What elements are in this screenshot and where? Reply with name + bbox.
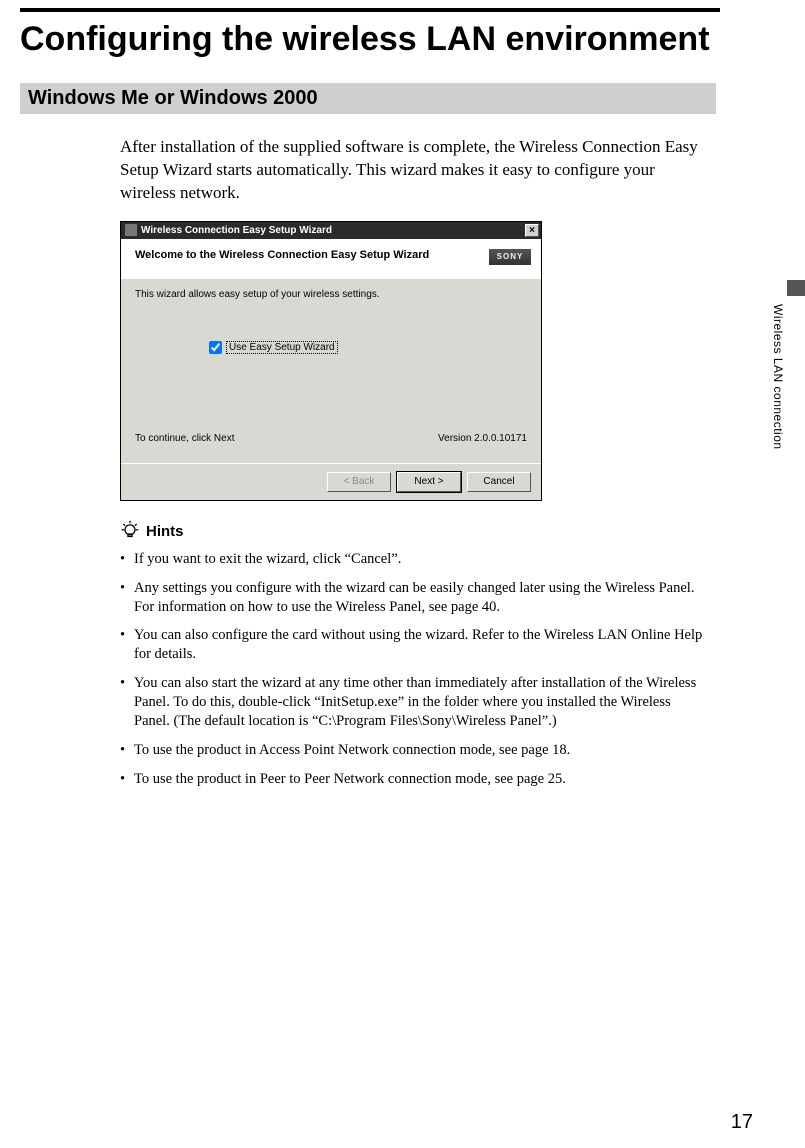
use-easy-setup-checkbox[interactable] (209, 341, 222, 354)
wizard-button-row: < Back Next > Cancel (121, 463, 541, 500)
wizard-window: Wireless Connection Easy Setup Wizard × … (120, 221, 542, 501)
hints-heading: Hints (146, 523, 184, 540)
close-button[interactable]: × (525, 224, 539, 237)
wizard-version-text: Version 2.0.0.10171 (438, 433, 527, 444)
hint-item: Any settings you configure with the wiza… (120, 579, 710, 617)
hint-item: If you want to exit the wizard, click “C… (120, 550, 710, 569)
wizard-body: This wizard allows easy setup of your wi… (121, 279, 541, 463)
use-easy-setup-label[interactable]: Use Easy Setup Wizard (226, 341, 338, 354)
hints-list: If you want to exit the wizard, click “C… (120, 550, 710, 788)
hint-icon (120, 519, 140, 544)
app-icon (125, 224, 137, 236)
thumb-tab (787, 280, 805, 296)
cancel-button[interactable]: Cancel (467, 472, 531, 492)
page-title: Configuring the wireless LAN environment (20, 20, 720, 59)
back-button: < Back (327, 472, 391, 492)
section-heading: Windows Me or Windows 2000 (20, 83, 716, 114)
wizard-window-title: Wireless Connection Easy Setup Wizard (141, 225, 332, 236)
hint-item: You can also configure the card without … (120, 626, 710, 664)
wizard-titlebar: Wireless Connection Easy Setup Wizard × (121, 222, 541, 239)
wizard-description: This wizard allows easy setup of your wi… (135, 289, 527, 300)
side-section-label: Wireless LAN connection (771, 304, 785, 450)
hint-item: You can also start the wizard at any tim… (120, 674, 710, 731)
hint-item: To use the product in Access Point Netwo… (120, 741, 710, 760)
hint-item: To use the product in Peer to Peer Netwo… (120, 770, 710, 789)
next-button[interactable]: Next > (397, 472, 461, 492)
brand-badge: SONY (489, 249, 531, 265)
wizard-continue-text: To continue, click Next (135, 433, 235, 444)
wizard-banner: Welcome to the Wireless Connection Easy … (121, 239, 541, 279)
wizard-headline: Welcome to the Wireless Connection Easy … (135, 249, 489, 261)
intro-paragraph: After installation of the supplied softw… (120, 136, 710, 205)
page-number: 17 (731, 1111, 753, 1134)
